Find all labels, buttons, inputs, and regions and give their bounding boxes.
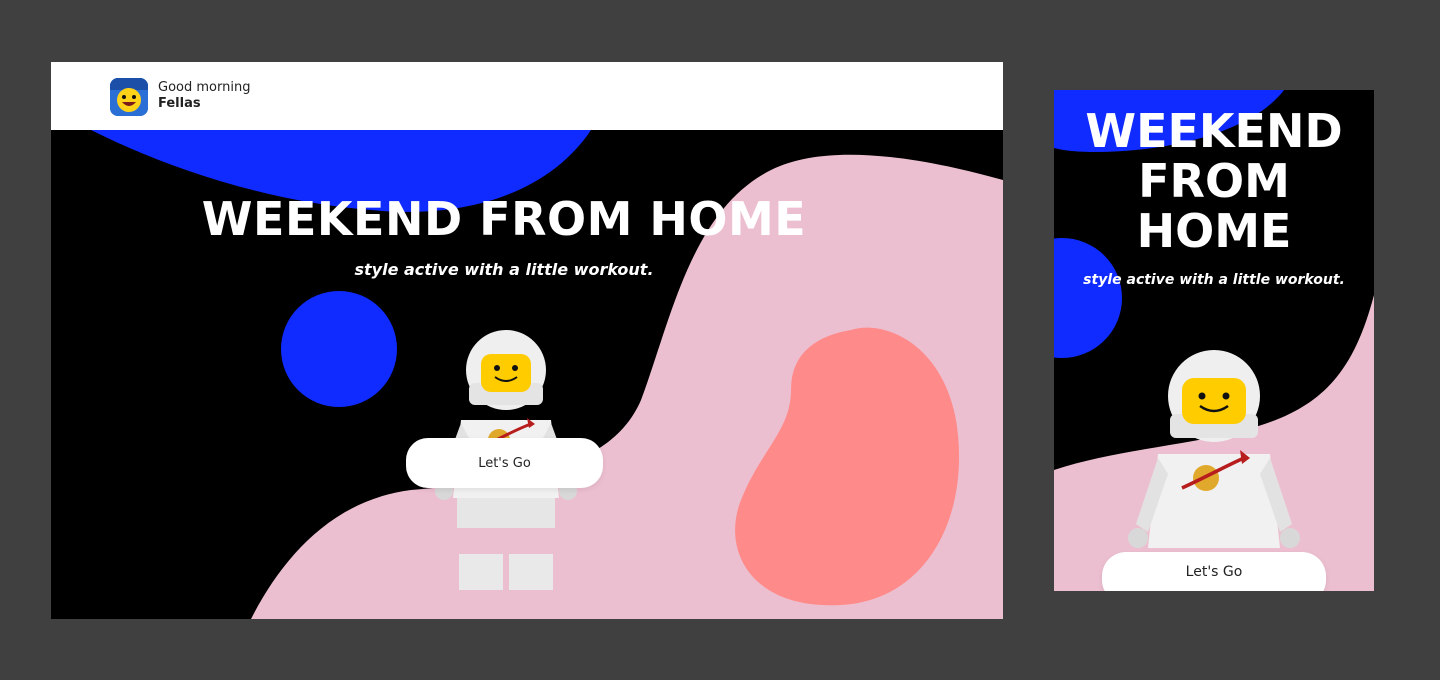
mobile-hero-title: WEEKEND FROM HOME <box>1054 106 1374 256</box>
hero-subtitle: style active with a little workout. <box>354 260 654 279</box>
hero-section: WEEKEND FROM HOME style active with a li… <box>51 130 1003 619</box>
hero-title: WEEKEND FROM HOME <box>201 192 807 246</box>
mobile-preview: WEEKEND FROM HOME style active with a li… <box>1054 90 1374 591</box>
lego-face-icon <box>110 78 148 116</box>
avatar[interactable] <box>110 78 148 116</box>
mobile-title-line-2: FROM <box>1138 154 1290 208</box>
greeting-block: Good morning Fellas <box>158 80 250 112</box>
mobile-hero-subtitle: style active with a little workout. <box>1083 272 1345 288</box>
user-name: Fellas <box>158 96 201 111</box>
mobile-title-line-3: HOME <box>1136 204 1292 258</box>
mobile-blue-circle <box>1054 238 1122 358</box>
desktop-preview: Good morning Fellas WEEKEND FROM HOME st… <box>51 62 1003 619</box>
greeting-text: Good morning <box>158 80 251 95</box>
header-bar: Good morning Fellas <box>51 62 1003 130</box>
blue-circle <box>281 291 397 407</box>
mobile-title-line-1: WEEKEND <box>1085 104 1343 158</box>
lets-go-button[interactable]: Let's Go <box>406 438 603 488</box>
mobile-lets-go-button[interactable]: Let's Go <box>1102 552 1326 591</box>
